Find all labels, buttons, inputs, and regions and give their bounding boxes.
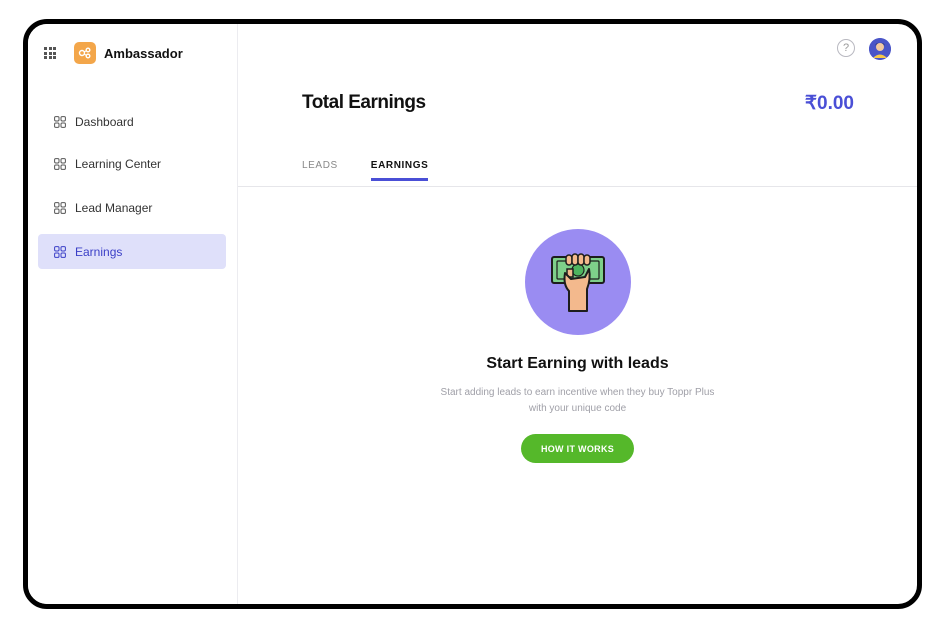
how-it-works-button[interactable]: HOW IT WORKS	[521, 434, 634, 463]
apps-grid-icon[interactable]	[44, 47, 56, 59]
sidebar-item-learning-center[interactable]: Learning Center	[38, 146, 226, 181]
empty-state: Start Earning with leads Start adding le…	[238, 229, 917, 463]
avatar[interactable]	[869, 38, 891, 60]
tab-divider	[238, 186, 917, 187]
sidebar-item-lead-manager[interactable]: Lead Manager	[38, 190, 226, 225]
help-icon[interactable]: ?	[837, 39, 855, 57]
sidebar-item-label: Earnings	[75, 244, 123, 259]
sidebar-item-label: Learning Center	[75, 156, 162, 171]
grid-icon	[54, 201, 66, 214]
page-title: Total Earnings	[302, 92, 426, 113]
device-frame: Ambassador Dashboard Learning Center Lea…	[23, 19, 922, 609]
empty-state-description: Start adding leads to earn incentive whe…	[440, 387, 715, 414]
tab-earnings[interactable]: EARNINGS	[370, 160, 429, 181]
money-hand-illustration	[524, 229, 631, 335]
sidebar-item-earnings[interactable]: Earnings	[38, 234, 226, 269]
sidebar-item-dashboard[interactable]: Dashboard	[38, 104, 226, 139]
empty-state-title: Start Earning with leads	[486, 355, 669, 372]
total-earnings-amount: ₹0.00	[804, 93, 854, 114]
grid-icon	[54, 115, 66, 128]
brand: Ambassador	[44, 42, 183, 64]
grid-icon	[54, 245, 66, 258]
sidebar-item-label: Lead Manager	[75, 200, 153, 215]
ambassador-logo-icon	[74, 42, 96, 64]
sidebar: Ambassador Dashboard Learning Center Lea…	[28, 24, 238, 604]
tab-leads[interactable]: LEADS	[302, 160, 338, 181]
sidebar-item-label: Dashboard	[75, 114, 134, 129]
tab-bar: LEADS EARNINGS	[302, 160, 461, 181]
grid-icon	[54, 157, 66, 170]
brand-name: Ambassador	[104, 45, 183, 61]
cash-in-hand-icon	[550, 253, 605, 312]
main-content: ? Total Earnings ₹0.00 LEADS EARNINGS St…	[238, 24, 917, 604]
